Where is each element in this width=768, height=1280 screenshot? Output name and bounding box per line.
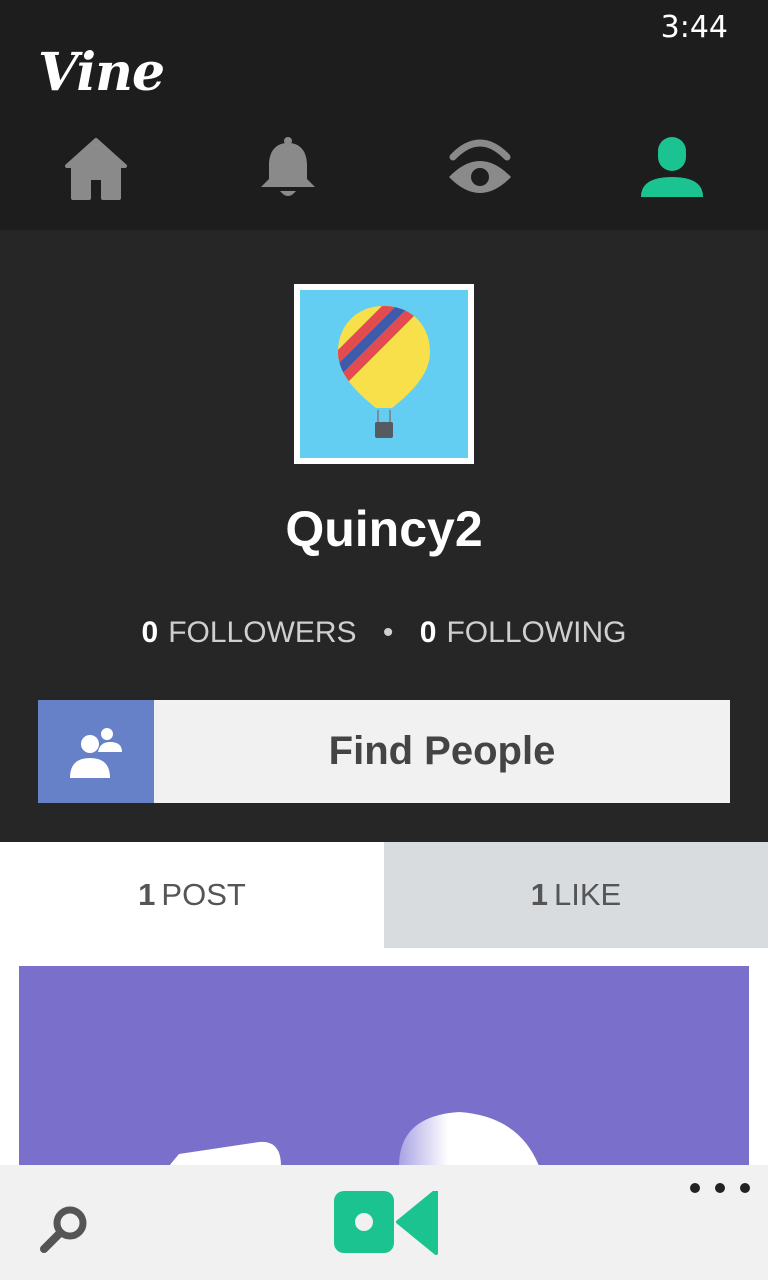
- person-icon: [641, 137, 703, 197]
- hot-air-balloon-avatar: [300, 290, 468, 458]
- nav-profile-button[interactable]: [632, 128, 712, 208]
- find-people-button[interactable]: Find People: [38, 700, 730, 803]
- followers-label: FOLLOWERS: [168, 616, 357, 649]
- profile-tabs: 1 POST 1 LIKE: [0, 842, 768, 948]
- post-preview-graphic: [169, 1112, 539, 1166]
- following-count: 0: [419, 616, 437, 649]
- find-people-label: Find People: [328, 729, 556, 773]
- posts-count: 1: [138, 877, 156, 912]
- nav-home-button[interactable]: [56, 128, 136, 208]
- bell-icon: [261, 137, 315, 196]
- more-dot: [715, 1183, 725, 1193]
- search-button[interactable]: [36, 1199, 96, 1259]
- tab-likes[interactable]: 1 LIKE: [384, 842, 768, 948]
- stats-separator: •: [382, 616, 394, 649]
- profile-header: Quincy2 0 FOLLOWERS • 0 FOLLOWING Find Peo…: [0, 230, 768, 842]
- top-bar: 3:44 Vine: [0, 0, 768, 230]
- status-time: 3:44: [660, 10, 728, 45]
- following-stat[interactable]: 0 FOLLOWING: [420, 616, 627, 649]
- record-button[interactable]: [332, 1189, 438, 1257]
- nav-notifications-button[interactable]: [248, 128, 328, 208]
- username: Quincy2: [285, 501, 483, 557]
- likes-label: LIKE: [554, 877, 622, 912]
- likes-count: 1: [530, 877, 549, 912]
- main-nav: [0, 128, 768, 208]
- posts-label: POST: [161, 877, 246, 912]
- more-options-button[interactable]: [690, 1177, 750, 1199]
- following-label: FOLLOWING: [446, 616, 627, 649]
- nav-explore-button[interactable]: [440, 128, 520, 208]
- search-icon: [40, 1206, 87, 1253]
- eye-icon: [449, 139, 511, 193]
- more-dot: [740, 1183, 750, 1193]
- post-thumbnail[interactable]: [19, 966, 749, 1166]
- vine-logo: Vine: [38, 42, 165, 103]
- video-camera-icon: [334, 1189, 438, 1255]
- find-people-icon-box: [38, 700, 154, 803]
- avatar[interactable]: [294, 284, 474, 464]
- bottom-app-bar: [0, 1165, 768, 1280]
- hot-air-balloon-icon: [338, 306, 430, 438]
- followers-stat[interactable]: 0 FOLLOWERS: [142, 616, 365, 649]
- followers-count: 0: [141, 616, 159, 649]
- more-dot: [690, 1183, 700, 1193]
- home-icon: [65, 138, 127, 200]
- add-people-icon: [70, 727, 122, 778]
- follow-stats: 0 FOLLOWERS • 0 FOLLOWING: [0, 616, 768, 650]
- tab-posts[interactable]: 1 POST: [0, 842, 384, 948]
